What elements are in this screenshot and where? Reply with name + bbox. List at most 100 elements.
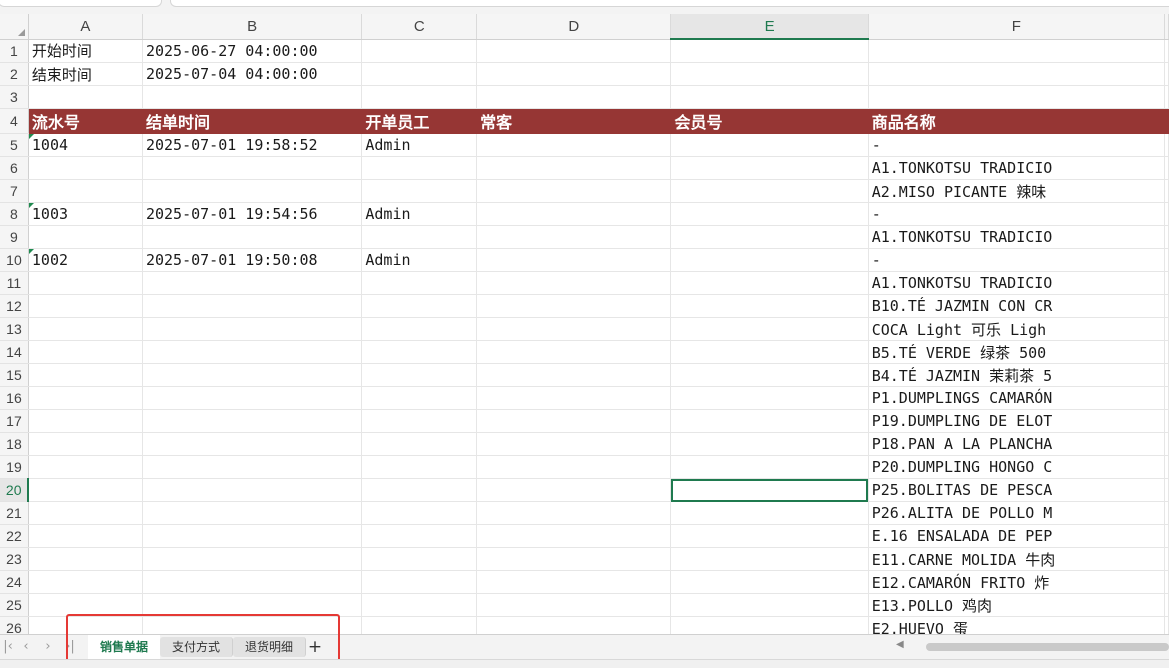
first-sheet-icon[interactable]: |‹ (0, 639, 16, 655)
cell-e17[interactable] (670, 409, 869, 433)
cell-e25[interactable] (670, 593, 869, 617)
cell-c16[interactable] (361, 386, 478, 410)
cell-c18[interactable] (361, 432, 478, 456)
cell-e21[interactable] (670, 501, 869, 525)
cell-e8[interactable] (670, 202, 869, 226)
horizontal-scrollbar[interactable] (926, 643, 1169, 651)
cell-c2[interactable] (361, 62, 478, 86)
cell-b22[interactable] (142, 524, 363, 548)
cell-c12[interactable] (361, 294, 478, 318)
cell-b23[interactable] (142, 547, 363, 571)
row-header[interactable]: 4 (0, 108, 29, 134)
cell-b19[interactable] (142, 455, 363, 479)
cell-c11[interactable] (361, 271, 478, 295)
cell-a5[interactable]: 1004 (28, 133, 143, 157)
cell-f23[interactable]: E11.CARNE MOLIDA 牛肉 (868, 547, 1166, 571)
cell-d12[interactable] (476, 294, 672, 318)
cell-c17[interactable] (361, 409, 478, 433)
cell-a2[interactable]: 结束时间 (28, 62, 143, 86)
overflow-cell[interactable] (1164, 179, 1169, 203)
cell-a20[interactable] (28, 478, 143, 502)
cell-d25[interactable] (476, 593, 672, 617)
cell-e3[interactable] (670, 85, 869, 109)
cell-f12[interactable]: B10.TÉ JAZMIN CON CR (868, 294, 1166, 318)
cell-e11[interactable] (670, 271, 869, 295)
cell-b6[interactable] (142, 156, 363, 180)
cell-f22[interactable]: E.16 ENSALADA DE PEP (868, 524, 1166, 548)
row-header[interactable]: 26 (0, 616, 29, 634)
cell-a3[interactable] (28, 85, 143, 109)
row-header[interactable]: 12 (0, 294, 29, 318)
cell-b14[interactable] (142, 340, 363, 364)
next-sheet-icon[interactable]: › (40, 639, 56, 655)
overflow-cell[interactable] (1164, 455, 1169, 479)
cell-f16[interactable]: P1.DUMPLINGS CAMARÓN (868, 386, 1166, 410)
cell-e18[interactable] (670, 432, 869, 456)
cell-b3[interactable] (142, 85, 363, 109)
cell-d7[interactable] (476, 179, 672, 203)
cell-f18[interactable]: P18.PAN A LA PLANCHA (868, 432, 1166, 456)
cell-d18[interactable] (476, 432, 672, 456)
cell-a14[interactable] (28, 340, 143, 364)
row-header[interactable]: 18 (0, 432, 29, 456)
overflow-cell[interactable] (1164, 386, 1169, 410)
cell-c22[interactable] (361, 524, 478, 548)
cell-c5[interactable]: Admin (361, 133, 478, 157)
cell-f9[interactable]: A1.TONKOTSU TRADICIO (868, 225, 1166, 249)
row-header[interactable]: 2 (0, 62, 29, 86)
cell-c9[interactable] (361, 225, 478, 249)
header-cell[interactable]: 流水号 (28, 108, 143, 134)
row-header[interactable]: 21 (0, 501, 29, 525)
row-header[interactable]: 6 (0, 156, 29, 180)
cell-e12[interactable] (670, 294, 869, 318)
row-header[interactable]: 13 (0, 317, 29, 341)
cell-f5[interactable]: - (868, 133, 1166, 157)
cell-a15[interactable] (28, 363, 143, 387)
cell-b9[interactable] (142, 225, 363, 249)
cell-f24[interactable]: E12.CAMARÓN FRITO 炸 (868, 570, 1166, 594)
cell-a24[interactable] (28, 570, 143, 594)
cell-c13[interactable] (361, 317, 478, 341)
row-header[interactable]: 7 (0, 179, 29, 203)
column-header-a[interactable]: A (28, 14, 143, 40)
cell-e23[interactable] (670, 547, 869, 571)
row-header[interactable]: 22 (0, 524, 29, 548)
cell-e1[interactable] (670, 39, 869, 63)
select-all-corner[interactable] (0, 14, 29, 40)
cell-c15[interactable] (361, 363, 478, 387)
cell-a11[interactable] (28, 271, 143, 295)
cell-f25[interactable]: E13.POLLO 鸡肉 (868, 593, 1166, 617)
overflow-cell[interactable] (1164, 133, 1169, 157)
cell-d14[interactable] (476, 340, 672, 364)
overflow-cell[interactable] (1164, 524, 1169, 548)
overflow-cell[interactable] (1164, 85, 1169, 109)
header-cell[interactable]: 会员号 (670, 108, 869, 134)
cell-a10[interactable]: 1002 (28, 248, 143, 272)
cell-f11[interactable]: A1.TONKOTSU TRADICIO (868, 271, 1166, 295)
cell-e5[interactable] (670, 133, 869, 157)
header-cell[interactable]: 结单时间 (142, 108, 363, 134)
cell-f26[interactable]: E2.HUEVO 蛋 (868, 616, 1166, 634)
cell-b15[interactable] (142, 363, 363, 387)
overflow-cell[interactable] (1164, 39, 1169, 63)
cell-d11[interactable] (476, 271, 672, 295)
overflow-cell[interactable] (1164, 225, 1169, 249)
cell-d10[interactable] (476, 248, 672, 272)
cell-b11[interactable] (142, 271, 363, 295)
cell-a18[interactable] (28, 432, 143, 456)
row-header[interactable]: 16 (0, 386, 29, 410)
cell-c3[interactable] (361, 85, 478, 109)
cell-c10[interactable]: Admin (361, 248, 478, 272)
row-header[interactable]: 11 (0, 271, 29, 295)
header-cell[interactable]: 商品名称 (868, 108, 1166, 134)
cell-e16[interactable] (670, 386, 869, 410)
row-header[interactable]: 3 (0, 85, 29, 109)
cell-a6[interactable] (28, 156, 143, 180)
cell-c25[interactable] (361, 593, 478, 617)
column-header-d[interactable]: D (476, 14, 672, 40)
spreadsheet-grid[interactable]: ABCDEF 1 开始时间 2025-06-27 04:00:00 2 结束时间 2025… (0, 14, 1169, 634)
cell-c21[interactable] (361, 501, 478, 525)
cell-c7[interactable] (361, 179, 478, 203)
cell-b12[interactable] (142, 294, 363, 318)
formula-bar-stub[interactable] (170, 0, 1169, 7)
